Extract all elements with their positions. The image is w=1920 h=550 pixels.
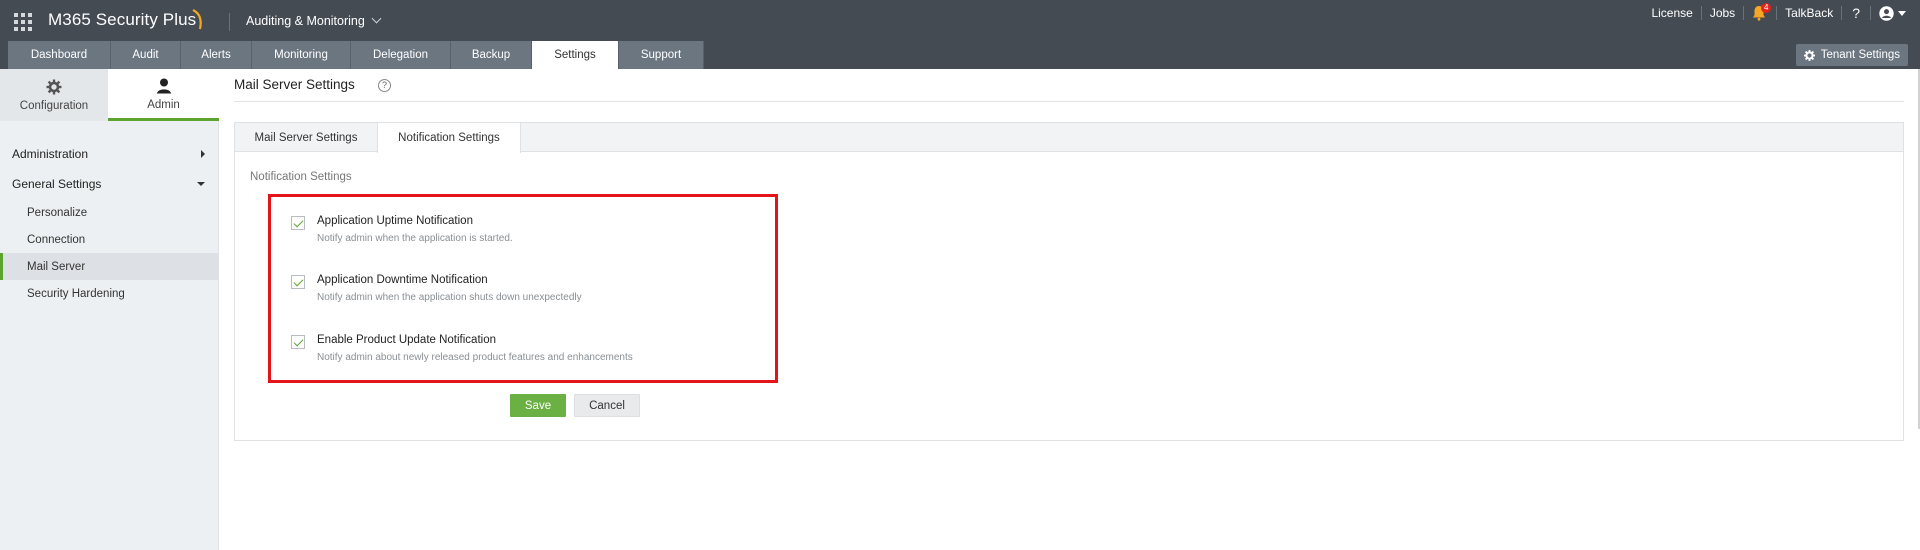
apps-grid-icon[interactable]	[14, 13, 32, 31]
option-description: Notify admin about newly released produc…	[317, 352, 633, 363]
admin-user-icon	[156, 78, 171, 93]
sidebar-item-mail-server[interactable]: Mail Server	[0, 253, 219, 280]
jobs-link[interactable]: Jobs	[1702, 6, 1743, 20]
admin-label: Admin	[147, 98, 180, 111]
tab-backup[interactable]: Backup	[451, 41, 532, 69]
cancel-button[interactable]: Cancel	[574, 394, 640, 417]
caret-down-icon	[1898, 10, 1906, 16]
module-dropdown[interactable]: Auditing & Monitoring	[246, 13, 382, 28]
tab-monitoring[interactable]: Monitoring	[252, 41, 351, 69]
caret-down-icon	[197, 182, 205, 186]
product-logo-text: M365 Security Plus	[48, 10, 197, 29]
license-link[interactable]: License	[1643, 6, 1700, 20]
tab-audit[interactable]: Audit	[111, 41, 181, 69]
sidebar-item-label: General Settings	[12, 177, 102, 191]
option-title: Application Uptime Notification	[317, 215, 473, 227]
tab-alerts[interactable]: Alerts	[181, 41, 252, 69]
admin-toggle[interactable]: Admin	[108, 69, 219, 121]
tab-mail-server-settings[interactable]: Mail Server Settings	[235, 123, 377, 152]
tab-settings[interactable]: Settings	[532, 41, 619, 69]
option-title: Enable Product Update Notification	[317, 334, 496, 346]
tab-notification-settings[interactable]: Notification Settings	[377, 123, 521, 153]
save-button[interactable]: Save	[510, 394, 566, 417]
module-label: Auditing & Monitoring	[246, 14, 365, 28]
help-button[interactable]: ?	[1842, 5, 1870, 21]
help-icon[interactable]: ?	[378, 79, 391, 92]
settings-panel: Mail Server Settings Notification Settin…	[234, 122, 1904, 441]
sidebar-item-personalize[interactable]: Personalize	[0, 199, 219, 226]
top-bar: M365 Security Plus Auditing & Monitoring…	[0, 0, 1920, 41]
configuration-toggle[interactable]: Configuration	[0, 69, 108, 121]
sidebar-item-connection[interactable]: Connection	[0, 226, 219, 253]
sidebar: Configuration Admin Administration Gener…	[0, 69, 219, 550]
brand-divider	[229, 13, 230, 31]
notification-badge: 4	[1761, 3, 1772, 13]
tab-delegation[interactable]: Delegation	[351, 41, 451, 69]
sidebar-item-general-settings[interactable]: General Settings	[0, 169, 219, 199]
product-update-notification-checkbox[interactable]	[291, 335, 305, 349]
divider	[234, 101, 1904, 102]
user-avatar-icon	[1879, 5, 1894, 21]
tenant-settings-label: Tenant Settings	[1820, 49, 1900, 61]
option-description: Notify admin when the application is sta…	[317, 233, 513, 244]
sidebar-mode-toggle: Configuration Admin	[0, 69, 219, 121]
logo-arc-icon	[192, 9, 202, 30]
gear-icon	[46, 79, 62, 95]
caret-right-icon	[201, 150, 205, 158]
sidebar-item-security-hardening[interactable]: Security Hardening	[0, 280, 219, 307]
chevron-down-icon	[371, 13, 382, 24]
sidebar-item-administration[interactable]: Administration	[0, 139, 219, 169]
notifications-button[interactable]: 4	[1746, 3, 1774, 23]
sidebar-item-label: Administration	[12, 147, 89, 161]
gear-icon	[1803, 49, 1815, 61]
page-title: Mail Server Settings	[234, 77, 355, 92]
tab-support[interactable]: Support	[619, 41, 704, 69]
option-title: Application Downtime Notification	[317, 274, 488, 286]
option-description: Notify admin when the application shuts …	[317, 292, 582, 303]
divider	[1743, 6, 1745, 20]
main-tabs: Dashboard Audit Alerts Monitoring Delega…	[0, 41, 1920, 69]
configuration-label: Configuration	[19, 100, 89, 112]
talkback-link[interactable]: TalkBack	[1777, 6, 1841, 20]
tab-dashboard[interactable]: Dashboard	[8, 41, 111, 69]
downtime-notification-checkbox[interactable]	[291, 275, 305, 289]
panel-tabs: Mail Server Settings Notification Settin…	[235, 123, 1903, 153]
header-links: License Jobs 4 TalkBack ?	[1643, 0, 1920, 26]
sidebar-nav: Administration General Settings Personal…	[0, 139, 219, 307]
uptime-notification-checkbox[interactable]	[291, 216, 305, 230]
tenant-settings-button[interactable]: Tenant Settings	[1795, 44, 1908, 66]
section-heading: Notification Settings	[250, 171, 352, 183]
user-menu[interactable]	[1871, 5, 1920, 21]
